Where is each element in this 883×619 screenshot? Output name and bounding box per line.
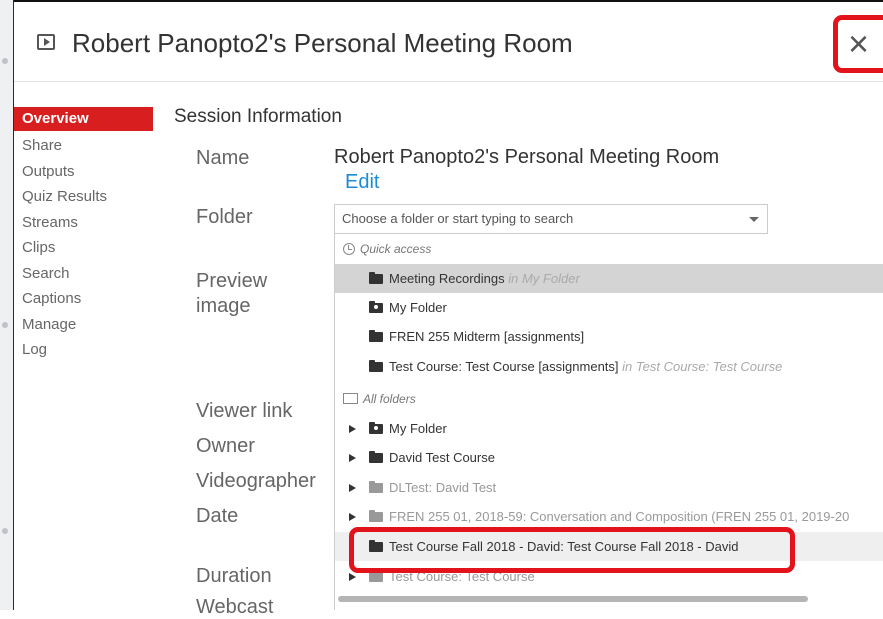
sidebar-nav: Overview Share Outputs Quiz Results Stre… xyxy=(14,107,153,363)
expand-arrow-icon[interactable] xyxy=(349,484,356,492)
horizontal-scrollbar[interactable] xyxy=(338,596,808,602)
close-icon[interactable]: × xyxy=(848,26,869,62)
expand-arrow-icon[interactable] xyxy=(349,513,356,521)
chevron-down-icon[interactable] xyxy=(749,217,759,222)
preview-image-label: Preview xyxy=(196,270,268,292)
preview-image-label-line2: image xyxy=(196,295,251,317)
folder-icon xyxy=(369,481,383,493)
folder-tree-item[interactable]: My Folder xyxy=(335,414,883,443)
user-folder-icon xyxy=(369,301,383,313)
sidebar-item-outputs[interactable]: Outputs xyxy=(14,159,153,185)
webcast-label: Webcast xyxy=(196,596,274,618)
sidebar-item-clips[interactable]: Clips xyxy=(14,235,153,261)
section-title: Session Information xyxy=(174,106,342,127)
all-folders-header: All folders xyxy=(335,385,883,414)
background-artifact xyxy=(2,322,8,328)
folder-select-placeholder: Choose a folder or start typing to searc… xyxy=(342,211,574,226)
duration-label: Duration xyxy=(196,565,272,587)
name-label: Name xyxy=(196,147,250,169)
expand-arrow-icon[interactable] xyxy=(349,573,356,581)
folder-label: Folder xyxy=(196,206,253,228)
videographer-label: Videographer xyxy=(196,470,316,492)
quick-access-header: Quick access xyxy=(335,235,883,264)
folder-option-callout xyxy=(349,527,795,573)
sidebar-item-search[interactable]: Search xyxy=(14,261,153,287)
sidebar-item-streams[interactable]: Streams xyxy=(14,210,153,236)
folder-icon xyxy=(369,451,383,463)
page-title: Robert Panopto2's Personal Meeting Room xyxy=(72,28,573,58)
clock-icon xyxy=(343,243,355,255)
folder-icon xyxy=(369,360,383,372)
folder-tree-item[interactable]: DLTest: David Test xyxy=(335,473,883,502)
folder-icon xyxy=(369,510,383,522)
folder-icon xyxy=(369,272,383,284)
folder-option[interactable]: Meeting Recordings in My Folder xyxy=(335,264,883,293)
folder-option[interactable]: Test Course: Test Course [assignments] i… xyxy=(335,352,883,381)
folder-icon xyxy=(369,330,383,342)
session-name-value: Robert Panopto2's Personal Meeting Room xyxy=(334,146,720,168)
background-window-edge xyxy=(0,0,14,610)
sidebar-item-quiz-results[interactable]: Quiz Results xyxy=(14,184,153,210)
folder-icon xyxy=(369,570,383,582)
folder-option[interactable]: FREN 255 Midterm [assignments] xyxy=(335,322,883,351)
sidebar-item-captions[interactable]: Captions xyxy=(14,286,153,312)
sidebar-item-log[interactable]: Log xyxy=(14,337,153,363)
date-label: Date xyxy=(196,505,239,527)
background-artifact xyxy=(2,58,8,64)
folder-select[interactable]: Choose a folder or start typing to searc… xyxy=(334,204,768,234)
background-artifact xyxy=(2,528,8,534)
viewer-link-label: Viewer link xyxy=(196,400,293,422)
sidebar-item-overview[interactable]: Overview xyxy=(14,107,153,131)
video-play-icon xyxy=(37,34,55,50)
sidebar-item-manage[interactable]: Manage xyxy=(14,312,153,338)
owner-label: Owner xyxy=(196,435,255,457)
expand-arrow-icon[interactable] xyxy=(349,454,356,462)
expand-arrow-icon[interactable] xyxy=(349,425,356,433)
folder-outline-icon xyxy=(343,393,358,404)
user-folder-icon xyxy=(369,422,383,434)
folder-option[interactable]: My Folder xyxy=(335,293,883,322)
dialog-header: Robert Panopto2's Personal Meeting Room xyxy=(14,0,883,82)
sidebar-item-share[interactable]: Share xyxy=(14,133,153,159)
edit-name-link[interactable]: Edit xyxy=(345,171,379,194)
folder-tree-item[interactable]: David Test Course xyxy=(335,443,883,472)
